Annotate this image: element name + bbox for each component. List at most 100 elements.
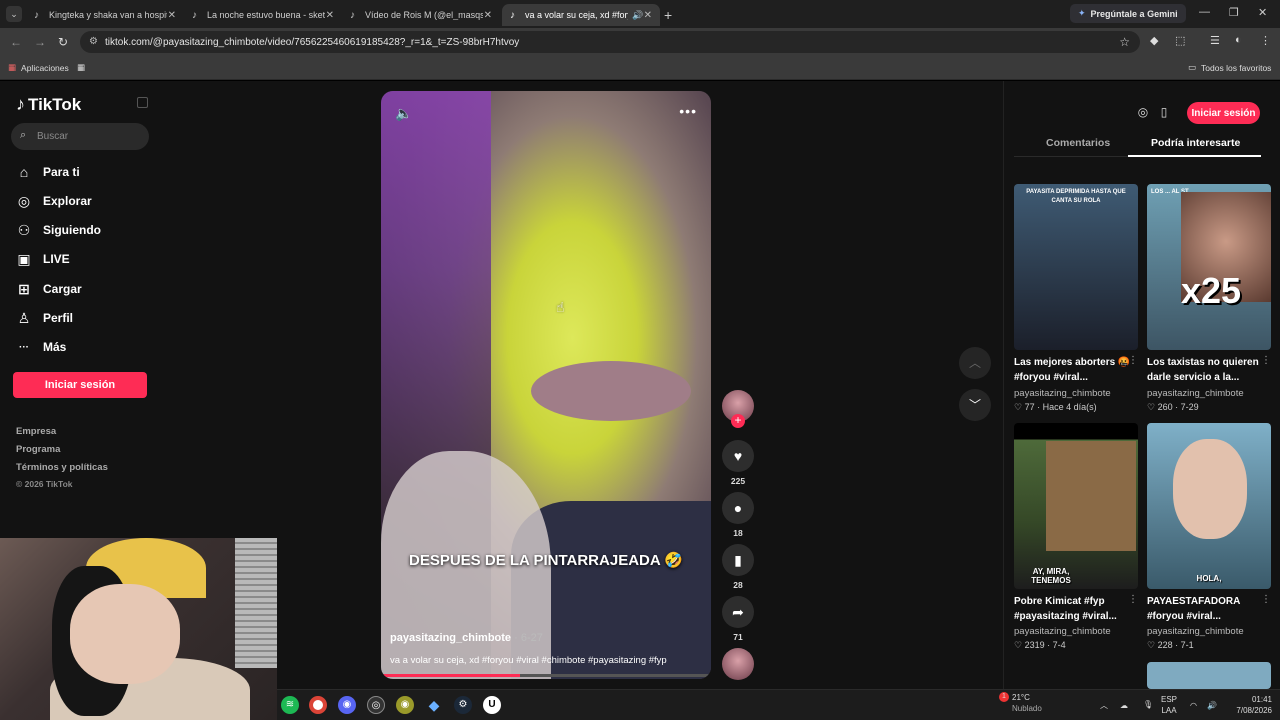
maximize-button[interactable]: ❐ <box>1229 6 1239 19</box>
posted-date: Hace 4 día(s) <box>1042 402 1097 412</box>
microphone-icon[interactable]: 🎙 <box>1143 699 1153 710</box>
like-button[interactable]: ♥ <box>722 440 754 472</box>
save-button[interactable]: ▮ <box>722 544 754 576</box>
close-window-button[interactable]: ✕ <box>1258 6 1267 19</box>
chrome-icon[interactable] <box>309 696 327 714</box>
comment-count: 18 <box>733 528 743 538</box>
nav-item-live[interactable]: ▣ LIVE <box>16 249 69 269</box>
video-author[interactable]: payasitazing_chimbote · 6-27 <box>390 632 543 644</box>
recommended-author[interactable]: payasitazing_chimbote <box>1147 626 1244 637</box>
recommended-title[interactable]: Pobre Kimicat #fyp #payasitazing #viral.… <box>1014 594 1132 624</box>
discord-icon[interactable]: ◉ <box>338 696 356 714</box>
nav-item-more[interactable]: ··· Más <box>16 337 66 357</box>
recommended-author[interactable]: payasitazing_chimbote <box>1147 388 1244 399</box>
video-more-icon[interactable]: ••• <box>679 103 697 119</box>
app-diamond-icon[interactable]: ◆ <box>425 696 443 714</box>
footer-link-program[interactable]: Programa <box>16 444 60 455</box>
footer-link-company[interactable]: Empresa <box>16 426 56 437</box>
nav-item-explore[interactable]: ◎ Explorar <box>16 191 92 211</box>
close-tab-icon[interactable]: ✕ <box>484 10 492 21</box>
spotify-icon[interactable]: ≋ <box>281 696 299 714</box>
comment-button[interactable]: ● <box>722 492 754 524</box>
recommended-thumbnail[interactable] <box>1147 662 1271 689</box>
media-control-icon[interactable]: ☰ <box>1210 34 1220 47</box>
recommended-author[interactable]: payasitazing_chimbote <box>1014 626 1111 637</box>
clock[interactable]: 01:41 7/08/2026 <box>1232 694 1272 716</box>
chrome-menu-icon[interactable]: ⋮ <box>1260 34 1271 47</box>
recommended-thumbnail[interactable]: PAYASITA DEPRIMIDA HASTA QUE CANTA SU RO… <box>1014 184 1138 350</box>
forward-button[interactable]: → <box>34 35 46 49</box>
comment-icon: ● <box>733 500 743 516</box>
recommended-thumbnail[interactable]: HOLA, <box>1147 423 1271 589</box>
browser-tab[interactable]: ♪ Kingteka y shaka van a hospital ✕ <box>26 4 184 26</box>
extensions-puzzle-icon[interactable]: ⬚ <box>1175 34 1185 47</box>
url-bar[interactable]: ⚙ tiktok.com/@payasitazing_chimbote/vide… <box>80 31 1140 53</box>
nav-item-following[interactable]: ⚇ Siguiendo <box>16 220 101 240</box>
video-progress-bar[interactable] <box>381 674 711 677</box>
tab-search-button[interactable]: ⌄ <box>6 6 22 22</box>
video-options-icon[interactable]: ⋮ <box>1261 355 1271 366</box>
bookmark-star-icon[interactable]: ☆ <box>1119 35 1130 49</box>
music-disc-avatar[interactable] <box>722 648 754 680</box>
browser-tab[interactable]: ♪ Vídeo de Rois M (@el_masqsup ✕ <box>342 4 500 26</box>
nav-item-for-you[interactable]: ⌂ Para ti <box>16 162 80 182</box>
phone-icon[interactable]: ▯ <box>1155 105 1173 123</box>
recommended-thumbnail[interactable]: LOS ... AL ST... x25 <box>1147 184 1271 350</box>
minimize-button[interactable]: — <box>1199 6 1210 18</box>
close-tab-icon[interactable]: ✕ <box>326 10 334 21</box>
share-button[interactable]: ➦ <box>722 596 754 628</box>
recommended-author[interactable]: payasitazing_chimbote <box>1014 388 1111 399</box>
gemini-button[interactable]: ✦ Pregúntale a Gemini <box>1070 4 1186 23</box>
new-tab-button[interactable]: + <box>664 7 672 23</box>
nav-item-upload[interactable]: ⊞ Cargar <box>16 279 82 299</box>
reload-button[interactable]: ↻ <box>58 35 68 49</box>
site-info-icon[interactable]: ⚙ <box>89 36 98 47</box>
more-icon: ··· <box>19 341 29 353</box>
profile-avatar-icon[interactable]: ◐ <box>1235 34 1242 46</box>
audio-playing-icon[interactable]: 🔊 <box>632 10 643 21</box>
footer-link-terms[interactable]: Términos y políticas <box>16 462 108 473</box>
obs-icon[interactable]: ◎ <box>367 696 385 714</box>
browser-tab[interactable]: ♪ La noche estuvo buena - sketch ✕ <box>184 4 342 26</box>
search-input[interactable]: ⌕ Buscar <box>11 123 149 150</box>
login-button-top[interactable]: Iniciar sesión <box>1187 102 1260 124</box>
video-username[interactable]: payasitazing_chimbote <box>390 632 511 644</box>
recommended-thumbnail[interactable]: AY, MIRA, TENEMOS <box>1014 423 1138 589</box>
video-options-icon[interactable]: ⋮ <box>1128 594 1138 605</box>
author-avatar[interactable]: + <box>722 390 754 428</box>
volume-icon[interactable]: 🔈 <box>395 105 412 122</box>
video-options-icon[interactable]: ⋮ <box>1261 594 1271 605</box>
all-bookmarks-folder[interactable]: ▭ Todos los favoritos <box>1188 62 1271 73</box>
steam-icon[interactable]: ⚙ <box>454 696 472 714</box>
follow-plus-icon[interactable]: + <box>731 414 745 428</box>
show-hidden-icons[interactable]: ︿ <box>1100 700 1108 711</box>
login-button[interactable]: Iniciar sesión <box>13 372 147 398</box>
back-button[interactable]: ← <box>10 35 22 49</box>
next-video-button[interactable]: ﹀ <box>959 389 991 421</box>
tiktok-logo[interactable]: ♪ TikTok <box>16 94 81 115</box>
collapse-sidebar-icon[interactable] <box>137 97 148 108</box>
nav-item-profile[interactable]: ♙ Perfil <box>16 308 73 328</box>
tab-groups-icon[interactable]: ▦ <box>77 62 85 73</box>
extension-icon[interactable]: ◆ <box>1150 34 1158 47</box>
app-icon[interactable]: ◉ <box>396 696 414 714</box>
weather-widget[interactable]: 1 21°C Nublado <box>999 692 1042 714</box>
recommended-title[interactable]: Los taxistas no quieren darle servicio a… <box>1147 355 1265 385</box>
close-tab-icon[interactable]: ✕ <box>644 10 652 21</box>
video-player[interactable]: 🔈 ••• DESPUES DE LA PINTARRAJEADA 🤣 paya… <box>381 91 711 679</box>
volume-tray-icon[interactable]: 🔊 <box>1207 700 1217 711</box>
recommended-title[interactable]: Las mejores aborters 🤬#foryou #viral... <box>1014 355 1132 385</box>
video-options-icon[interactable]: ⋮ <box>1128 355 1138 366</box>
recommended-title[interactable]: PAYAESTAFADORA #foryou #viral... <box>1147 594 1265 624</box>
coin-icon[interactable]: ◎ <box>1134 105 1152 123</box>
browser-tab-active[interactable]: ♪ va a volar su ceja, xd #foryo 🔊 ✕ <box>502 4 660 26</box>
unreal-icon[interactable]: U <box>483 696 501 714</box>
close-tab-icon[interactable]: ✕ <box>168 10 176 21</box>
tab-you-may-like[interactable]: Podría interesarte <box>1151 137 1240 149</box>
cloud-icon[interactable]: ☁ <box>1120 700 1128 711</box>
previous-video-button[interactable]: ︿ <box>959 347 991 379</box>
apps-bookmark[interactable]: ▦ Aplicaciones <box>8 62 69 73</box>
tab-comments[interactable]: Comentarios <box>1046 137 1110 149</box>
wifi-icon[interactable]: ◠ <box>1190 700 1197 711</box>
language-switch[interactable]: ESP LAA <box>1161 694 1177 716</box>
